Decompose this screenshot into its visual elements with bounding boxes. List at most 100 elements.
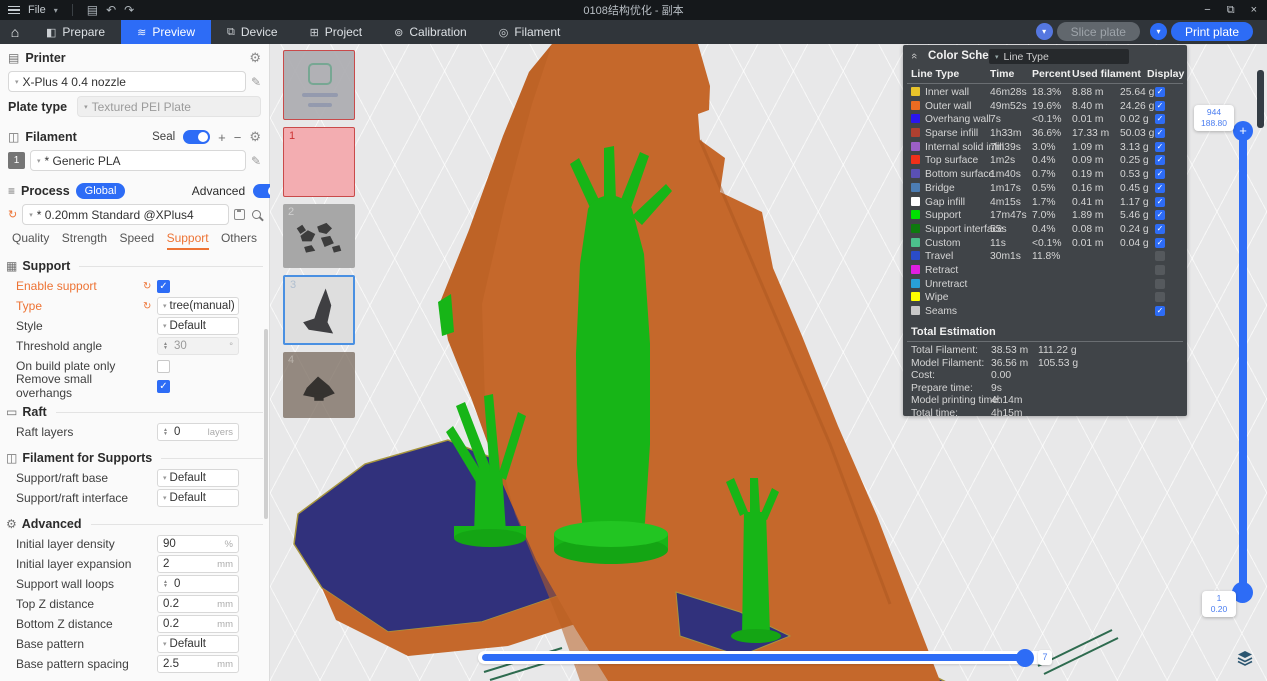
layers-icon[interactable] bbox=[1236, 649, 1254, 667]
dropdown[interactable]: ▾Default bbox=[157, 469, 239, 487]
print-dropdown-icon[interactable]: ▾ bbox=[1150, 23, 1167, 40]
tab-support[interactable]: Support bbox=[167, 231, 209, 250]
spinner-arrows-icon[interactable]: ▲▼ bbox=[163, 342, 168, 351]
number-input[interactable]: 0.2mm bbox=[157, 595, 239, 613]
new-file-icon[interactable]: ▤ bbox=[87, 3, 98, 17]
add-color-change-button[interactable]: + bbox=[1233, 121, 1253, 141]
menu-icon[interactable] bbox=[8, 6, 20, 14]
home-button[interactable]: ⌂ bbox=[0, 20, 30, 44]
plate-thumbnail-4[interactable]: 4 bbox=[283, 352, 355, 418]
display-checkbox[interactable]: ✓ bbox=[1155, 101, 1165, 111]
setting-row: Initial layer density90% bbox=[0, 534, 269, 554]
display-checkbox[interactable]: ✓ bbox=[1155, 169, 1165, 179]
number-input[interactable]: 2.5mm bbox=[157, 655, 239, 673]
add-filament-icon[interactable]: + bbox=[218, 130, 226, 145]
move-slider-track[interactable] bbox=[478, 651, 1050, 664]
close-icon[interactable]: × bbox=[1251, 4, 1257, 17]
move-slider-handle[interactable] bbox=[1016, 649, 1034, 667]
reset-icon[interactable]: ↻ bbox=[143, 281, 157, 292]
file-menu[interactable]: File bbox=[28, 4, 46, 16]
restore-icon[interactable]: ⧉ bbox=[1227, 4, 1235, 17]
tab-others[interactable]: Others bbox=[221, 231, 257, 250]
spinner-input[interactable]: ▲▼0layers bbox=[157, 423, 239, 441]
edit-filament-icon[interactable]: ✎ bbox=[251, 154, 261, 168]
redo-icon[interactable]: ↷ bbox=[124, 3, 134, 17]
display-checkbox[interactable] bbox=[1155, 292, 1165, 302]
printer-preset-select[interactable]: ▾ X-Plus 4 0.4 nozzle bbox=[8, 71, 246, 92]
slice-dropdown-icon[interactable]: ▾ bbox=[1036, 23, 1053, 40]
tab-prepare[interactable]: ◧Prepare bbox=[30, 20, 121, 44]
collapse-panel-icon[interactable]: « bbox=[908, 53, 920, 59]
spinner-arrows-icon[interactable]: ▲▼ bbox=[163, 580, 168, 589]
plate-thumbnail-1[interactable]: 1 bbox=[283, 127, 355, 197]
display-checkbox[interactable]: ✓ bbox=[1155, 128, 1165, 138]
number-input[interactable]: 2mm bbox=[157, 555, 239, 573]
scope-global-button[interactable]: Global bbox=[76, 183, 126, 199]
plate-thumbnail-2[interactable]: 2 bbox=[283, 204, 355, 268]
display-checkbox[interactable]: ✓ bbox=[1155, 142, 1165, 152]
tab-calibration[interactable]: ⊚Calibration bbox=[378, 20, 483, 44]
tab-filament[interactable]: ◎Filament bbox=[483, 20, 577, 44]
display-checkbox[interactable]: ✓ bbox=[1155, 114, 1165, 124]
view-mode-select[interactable]: ▾ Line Type bbox=[989, 49, 1129, 64]
filament-settings-gear-icon[interactable]: ⚙ bbox=[249, 129, 261, 145]
setting-row: Support/raft base▾Default bbox=[0, 468, 269, 488]
checkbox[interactable]: ✓ bbox=[157, 380, 170, 393]
undo-icon[interactable]: ↶ bbox=[106, 3, 116, 17]
slice-plate-button[interactable]: Slice plate bbox=[1057, 22, 1140, 41]
number-input[interactable]: 90% bbox=[157, 535, 239, 553]
tab-strength[interactable]: Strength bbox=[62, 231, 107, 250]
display-checkbox[interactable]: ✓ bbox=[1155, 183, 1165, 193]
layer-height-top: 188.80 bbox=[1197, 118, 1231, 129]
line-type-name: Overhang wall bbox=[925, 114, 991, 125]
line-type-percent: 0.4% bbox=[1032, 224, 1055, 235]
display-checkbox[interactable]: ✓ bbox=[1155, 210, 1165, 220]
display-checkbox[interactable]: ✓ bbox=[1155, 155, 1165, 165]
minimize-icon[interactable]: − bbox=[1204, 4, 1210, 17]
dropdown[interactable]: ▾Default bbox=[157, 317, 239, 335]
process-preset-select[interactable]: ▾ * 0.20mm Standard @XPlus4 bbox=[22, 204, 229, 225]
tab-quality[interactable]: Quality bbox=[12, 231, 49, 250]
checkbox[interactable]: ✓ bbox=[157, 280, 170, 293]
reset-process-icon[interactable]: ↻ bbox=[8, 208, 17, 221]
tab-device[interactable]: ⧉Device bbox=[211, 20, 294, 44]
right-scrollbar[interactable] bbox=[1257, 70, 1264, 128]
chevron-down-icon[interactable]: ▾ bbox=[54, 6, 58, 15]
display-checkbox[interactable] bbox=[1155, 265, 1165, 275]
spinner-input[interactable]: ▲▼0 bbox=[157, 575, 239, 593]
plate-thumbnail-all[interactable] bbox=[283, 50, 355, 120]
tab-preview[interactable]: ≋Preview bbox=[121, 20, 211, 44]
sidebar-scrollbar[interactable] bbox=[264, 329, 268, 519]
main-toolbar: ⌂ ◧Prepare≋Preview⧉Device⊞Project⊚Calibr… bbox=[0, 20, 1267, 44]
dropdown[interactable]: ▾Default bbox=[157, 635, 239, 653]
filament-preset-select[interactable]: ▾ * Generic PLA bbox=[30, 150, 246, 171]
spinner-input[interactable]: ▲▼30° bbox=[157, 337, 239, 355]
group-title: Raft bbox=[22, 405, 46, 419]
edit-printer-icon[interactable]: ✎ bbox=[251, 75, 261, 89]
tab-project[interactable]: ⊞Project bbox=[294, 20, 379, 44]
display-checkbox[interactable]: ✓ bbox=[1155, 197, 1165, 207]
seal-toggle[interactable] bbox=[183, 130, 210, 144]
display-checkbox[interactable]: ✓ bbox=[1155, 87, 1165, 97]
remove-filament-icon[interactable]: − bbox=[234, 130, 242, 145]
display-checkbox[interactable]: ✓ bbox=[1155, 306, 1165, 316]
plate-thumbnail-3[interactable]: 3 bbox=[283, 275, 355, 345]
number-input[interactable]: 0.2mm bbox=[157, 615, 239, 633]
display-checkbox[interactable]: ✓ bbox=[1155, 224, 1165, 234]
scope-objects-button[interactable]: Objects bbox=[127, 183, 185, 199]
display-checkbox[interactable] bbox=[1155, 279, 1165, 289]
search-icon[interactable] bbox=[252, 210, 261, 219]
layer-slider-track[interactable] bbox=[1239, 132, 1247, 592]
dropdown[interactable]: ▾tree(manual) bbox=[157, 297, 239, 315]
tab-speed[interactable]: Speed bbox=[119, 231, 154, 250]
plate-type-select[interactable]: ▾ Textured PEI Plate bbox=[77, 96, 261, 117]
save-preset-icon[interactable] bbox=[234, 209, 245, 220]
print-plate-button[interactable]: Print plate bbox=[1171, 22, 1253, 41]
printer-settings-gear-icon[interactable]: ⚙ bbox=[249, 50, 261, 66]
spinner-arrows-icon[interactable]: ▲▼ bbox=[163, 428, 168, 437]
reset-icon[interactable]: ↻ bbox=[143, 301, 157, 312]
dropdown[interactable]: ▾Default bbox=[157, 489, 239, 507]
display-checkbox[interactable] bbox=[1155, 251, 1165, 261]
checkbox[interactable] bbox=[157, 360, 170, 373]
display-checkbox[interactable]: ✓ bbox=[1155, 238, 1165, 248]
